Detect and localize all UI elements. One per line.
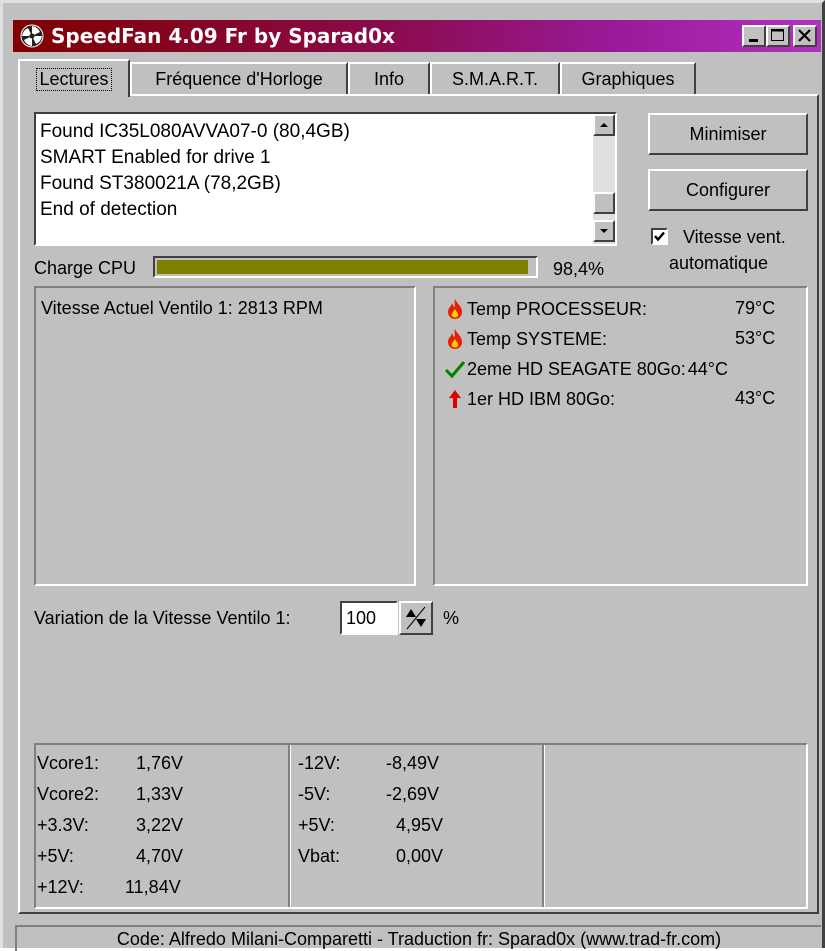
- tab-graphiques[interactable]: Graphiques: [560, 62, 696, 94]
- temp-row: 2eme HD SEAGATE 80Go: 44°C: [443, 354, 728, 384]
- voltage-label: Vcore2:: [37, 784, 100, 804]
- voltage-label: -5V:: [298, 784, 331, 804]
- window-title: SpeedFan 4.09 Fr by Sparad0x: [51, 24, 395, 48]
- voltage-label: Vcore1:: [37, 753, 100, 773]
- voltage-label: -12V:: [298, 753, 341, 773]
- voltage-value: 1,33V: [136, 784, 184, 804]
- maximize-icon: [771, 29, 784, 41]
- temp-value: 53°C: [735, 328, 776, 348]
- scroll-thumb[interactable]: [593, 192, 615, 214]
- status-bar: Code: Alfredo Milani-Comparetti - Traduc…: [15, 925, 821, 951]
- tab-lectures[interactable]: Lectures: [18, 59, 130, 97]
- temperature-panel: Temp PROCESSEUR: 79°C Temp SYSTEME: 53°C…: [433, 286, 808, 586]
- fan-speed-panel: Vitesse Actuel Ventilo 1: 2813 RPM: [34, 286, 416, 586]
- fan-variation-unit: %: [443, 608, 460, 628]
- voltage-divider: [288, 745, 291, 907]
- voltage-value: 4,70V: [136, 846, 184, 866]
- flame-icon: [443, 328, 467, 350]
- voltage-value: 0,00V: [396, 846, 444, 866]
- fan-speed-text: Vitesse Actuel Ventilo 1: 2813 RPM: [41, 298, 323, 318]
- temp-value: 44°C: [687, 358, 728, 379]
- temp-label: Temp PROCESSEUR:: [467, 298, 648, 319]
- temp-row: 1er HD IBM 80Go:: [443, 384, 615, 414]
- voltage-value: -8,49V: [386, 753, 440, 773]
- temp-value: 43°C: [735, 388, 776, 408]
- temp-label: Temp SYSTEME:: [467, 328, 608, 349]
- arrow-up-icon: [443, 388, 467, 410]
- log-line: End of detection: [40, 199, 178, 220]
- log-line: Found IC35L080AVVA07-0 (80,4GB): [40, 121, 350, 142]
- scroll-down-button[interactable]: [593, 220, 615, 242]
- voltage-label: Vbat:: [298, 846, 341, 866]
- temp-value: 79°C: [735, 298, 776, 318]
- voltage-label: +5V:: [37, 846, 74, 866]
- minimize-app-button[interactable]: Minimiser: [648, 113, 808, 155]
- tab-frequence-horloge[interactable]: Fréquence d'Horloge: [130, 62, 348, 94]
- log-scrollbar[interactable]: [593, 114, 615, 244]
- voltage-value: 3,22V: [136, 815, 184, 835]
- voltage-divider: [542, 745, 545, 907]
- auto-fan-label-line2: automatique: [669, 253, 769, 273]
- voltage-value: 11,84V: [125, 877, 181, 897]
- log-line: SMART Enabled for drive 1: [40, 147, 271, 168]
- voltage-label: +3.3V:: [37, 815, 89, 835]
- cpu-load-percent: 98,4%: [553, 259, 605, 279]
- checkmark-icon: [443, 359, 467, 379]
- spinner-arrows-icon: [406, 606, 426, 630]
- log-line: Found ST380021A (78,2GB): [40, 173, 281, 194]
- auto-fan-checkbox[interactable]: [651, 228, 668, 245]
- arrow-up-icon: [600, 123, 608, 127]
- tab-info[interactable]: Info: [348, 62, 430, 94]
- voltage-value: -2,69V: [386, 784, 440, 804]
- checkmark-icon: [654, 231, 665, 242]
- temp-row: Temp SYSTEME:: [443, 324, 607, 354]
- minimize-button[interactable]: [742, 25, 766, 47]
- log-lines: Found IC35L080AVVA07-0 (80,4GB) SMART En…: [40, 119, 350, 223]
- maximize-button[interactable]: [766, 25, 790, 47]
- temp-label: 2eme HD SEAGATE 80Go:: [467, 358, 686, 379]
- flame-icon: [443, 298, 467, 320]
- voltage-label: +12V:: [37, 877, 84, 897]
- fan-variation-label: Variation de la Vitesse Ventilo 1:: [34, 608, 291, 628]
- cpu-load-fill: [157, 260, 528, 274]
- arrow-down-icon: [600, 229, 608, 233]
- temp-label: 1er HD IBM 80Go:: [467, 388, 616, 409]
- close-icon: [798, 29, 811, 42]
- close-button[interactable]: [793, 25, 817, 47]
- voltage-value: 1,76V: [136, 753, 184, 773]
- tab-smart[interactable]: S.M.A.R.T.: [430, 62, 560, 94]
- scroll-up-button[interactable]: [593, 114, 615, 136]
- fan-variation-input[interactable]: 100: [340, 601, 398, 635]
- speedfan-window: SpeedFan 4.09 Fr by Sparad0x Lectures Fr…: [0, 0, 825, 951]
- fan-variation-spinner[interactable]: [399, 601, 433, 635]
- configure-button[interactable]: Configurer: [648, 169, 808, 211]
- voltage-label: +5V:: [298, 815, 335, 835]
- auto-fan-label-line1: Vitesse vent.: [683, 227, 786, 247]
- temp-row: Temp PROCESSEUR:: [443, 294, 647, 324]
- cpu-load-bar: [153, 256, 538, 278]
- cpu-load-label: Charge CPU: [34, 258, 137, 278]
- title-bar[interactable]: SpeedFan 4.09 Fr by Sparad0x: [13, 20, 821, 52]
- minimize-icon: [749, 39, 758, 42]
- fan-icon: [19, 23, 45, 49]
- voltage-value: 4,95V: [396, 815, 444, 835]
- detection-log[interactable]: Found IC35L080AVVA07-0 (80,4GB) SMART En…: [34, 112, 617, 246]
